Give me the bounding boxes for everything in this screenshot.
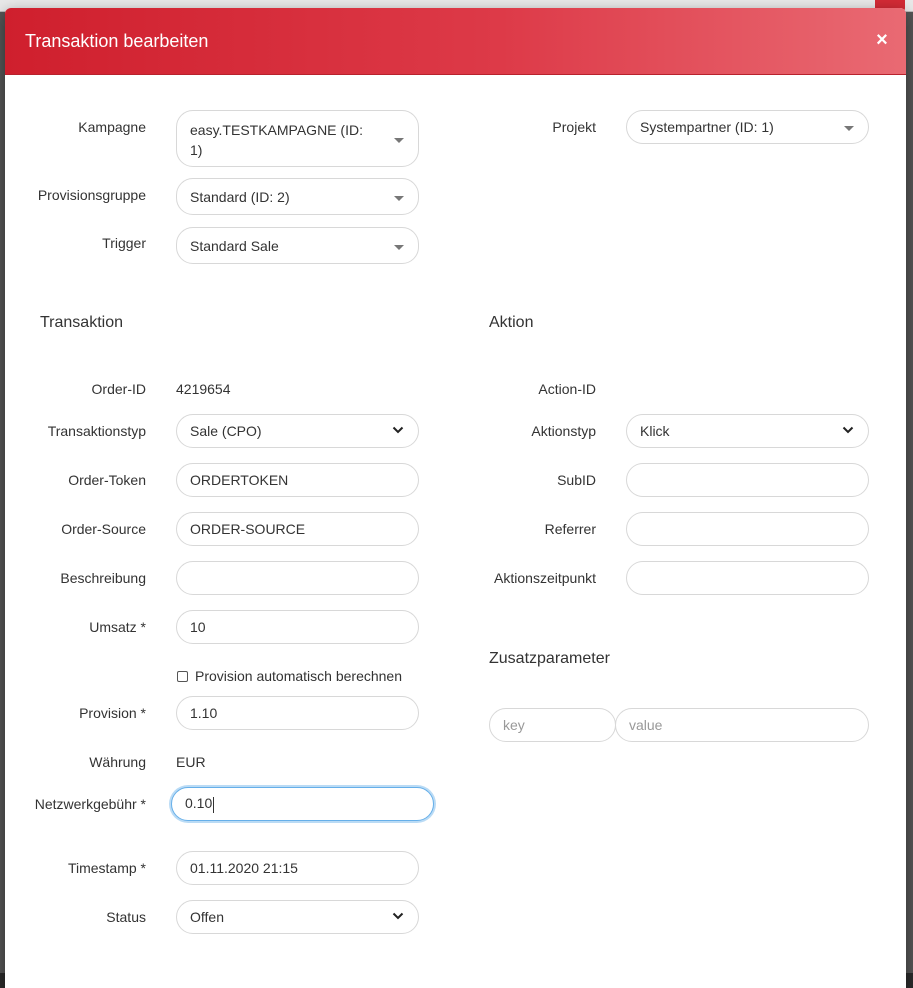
chevron-down-icon xyxy=(842,426,854,434)
edit-transaction-modal: Transaktion bearbeiten × Kampagne easy.T… xyxy=(5,8,906,988)
text-cursor xyxy=(213,796,215,813)
netzwerkgebuehr-label: Netzwerkgebühr * xyxy=(34,796,146,812)
timestamp-value: 01.11.2020 21:15 xyxy=(190,860,298,876)
trigger-select[interactable]: Standard Sale xyxy=(176,227,419,264)
provisionsgruppe-select[interactable]: Standard (ID: 2) xyxy=(176,178,419,215)
umsatz-input[interactable]: 10 xyxy=(176,610,419,644)
value-placeholder: value xyxy=(629,717,663,733)
waehrung-value: EUR xyxy=(176,754,206,770)
projekt-value: Systempartner (ID: 1) xyxy=(640,119,774,135)
caret-down-icon xyxy=(394,137,404,143)
subid-label: SubID xyxy=(557,472,596,488)
caret-down-icon xyxy=(394,195,404,201)
netzwerkgebuehr-value: 0.10 xyxy=(185,795,213,812)
close-icon[interactable]: × xyxy=(874,30,890,50)
transaktion-heading: Transaktion xyxy=(40,314,123,331)
zusatzparameter-heading: Zusatzparameter xyxy=(489,650,610,667)
modal-header: Transaktion bearbeiten × xyxy=(5,8,906,75)
provision-input[interactable]: 1.10 xyxy=(176,696,419,730)
action-id-label: Action-ID xyxy=(538,381,596,397)
subid-input[interactable] xyxy=(626,463,869,497)
caret-down-icon xyxy=(844,126,854,131)
aktionstyp-value: Klick xyxy=(640,423,670,439)
aktionszeitpunkt-input[interactable] xyxy=(626,561,869,595)
auto-provision-checkbox[interactable] xyxy=(177,670,188,682)
umsatz-value: 10 xyxy=(190,619,206,635)
provision-value: 1.10 xyxy=(190,705,218,721)
key-input[interactable]: key xyxy=(489,708,616,742)
auto-provision-label[interactable]: Provision automatisch berechnen xyxy=(195,668,402,684)
waehrung-label: Währung xyxy=(89,754,146,770)
umsatz-label: Umsatz * xyxy=(89,619,146,635)
aktionstyp-label: Aktionstyp xyxy=(531,423,596,439)
auto-provision-row[interactable]: Provision automatisch berechnen xyxy=(177,668,402,684)
status-label: Status xyxy=(106,909,146,925)
key-placeholder: key xyxy=(503,717,525,733)
netzwerkgebuehr-input[interactable]: 0.10 xyxy=(171,787,434,821)
trigger-label: Trigger xyxy=(102,235,146,251)
aktionszeitpunkt-label: Aktionszeitpunkt xyxy=(494,570,596,586)
chevron-down-icon xyxy=(392,912,404,920)
referrer-label: Referrer xyxy=(544,521,596,537)
value-input[interactable]: value xyxy=(615,708,869,742)
provisionsgruppe-value: Standard (ID: 2) xyxy=(190,188,290,205)
projekt-label: Projekt xyxy=(552,119,596,135)
provision-label: Provision * xyxy=(79,705,146,721)
timestamp-label: Timestamp * xyxy=(67,860,146,876)
aktion-heading: Aktion xyxy=(489,314,534,331)
projekt-select[interactable]: Systempartner (ID: 1) xyxy=(626,110,869,144)
referrer-input[interactable] xyxy=(626,512,869,546)
timestamp-input[interactable]: 01.11.2020 21:15 xyxy=(176,851,419,885)
aktionstyp-select[interactable]: Klick xyxy=(626,414,869,448)
status-select[interactable]: Offen xyxy=(176,900,419,934)
trigger-value: Standard Sale xyxy=(190,237,279,254)
provisionsgruppe-label: Provisionsgruppe xyxy=(37,187,146,203)
modal-title: Transaktion bearbeiten xyxy=(25,31,209,51)
status-value: Offen xyxy=(190,909,224,925)
caret-down-icon xyxy=(394,244,404,250)
